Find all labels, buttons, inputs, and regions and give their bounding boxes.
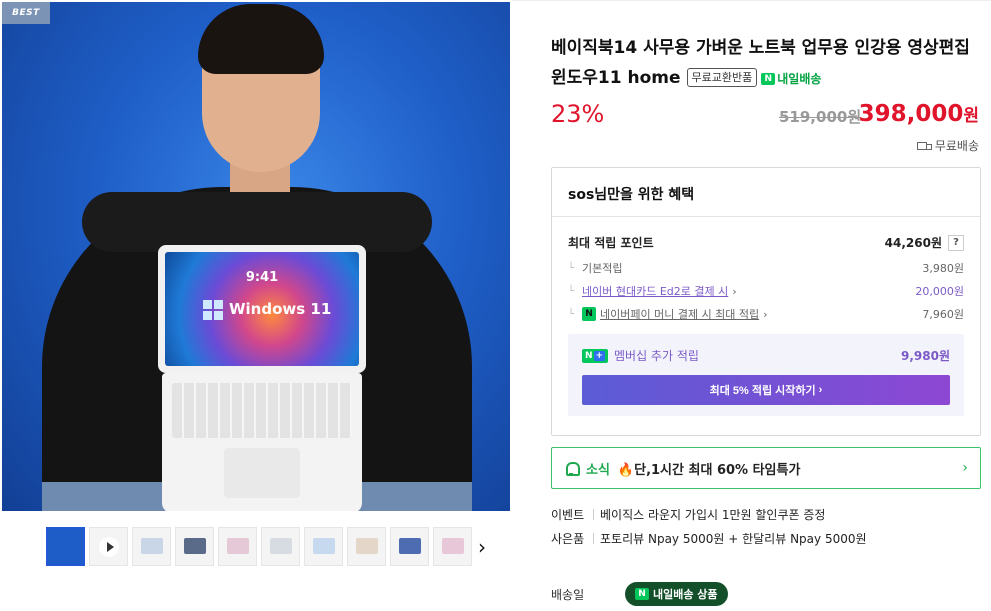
tomorrow-delivery-pill[interactable]: N 내일배송 상품 bbox=[625, 582, 728, 606]
event-key: 이벤트 bbox=[551, 508, 585, 522]
tomorrow-delivery-tag: N 내일배송 bbox=[761, 64, 821, 94]
points-row-value: 3,980원 bbox=[922, 262, 964, 275]
thumbnail-image[interactable] bbox=[433, 527, 472, 566]
truck-icon bbox=[916, 141, 932, 151]
start-membership-button[interactable]: 최대 5% 적립 시작하기 › bbox=[582, 375, 950, 405]
laptop-screen: 9:41 Windows 11 bbox=[158, 245, 366, 373]
thumbnail-strip bbox=[46, 527, 472, 566]
sale-price-unit: 원 bbox=[963, 106, 979, 126]
news-text: 단,1시간 최대 60% 타임특가 bbox=[634, 462, 801, 478]
points-row-basic: └ 기본적립 3,980원 bbox=[568, 260, 964, 276]
points-row-label[interactable]: 네이버페이 머니 결제 시 최대 적립 bbox=[600, 306, 759, 322]
thumbnail-image[interactable] bbox=[261, 527, 300, 566]
points-row-label[interactable]: 네이버 현대카드 Ed2로 결제 시 bbox=[582, 283, 728, 299]
thumbnail-image[interactable] bbox=[175, 527, 214, 566]
thumbnail-image[interactable] bbox=[132, 527, 171, 566]
thumbnail-preview bbox=[313, 538, 335, 554]
naver-n-icon: N bbox=[761, 73, 776, 85]
max-points-row: 최대 적립 포인트 44,260원 ? bbox=[568, 234, 964, 251]
laptop-clock: 9:41 bbox=[245, 270, 279, 285]
laptop-base bbox=[162, 373, 362, 511]
product-title: 베이직북14 사무용 가벼운 노트북 업무용 인강용 영상편집 윈도우11 ho… bbox=[551, 33, 981, 94]
windows-logo-icon bbox=[203, 300, 223, 320]
divider bbox=[593, 509, 594, 520]
chevron-right-icon: › bbox=[818, 384, 823, 396]
max-points-value-wrap: 44,260원 ? bbox=[885, 234, 964, 251]
thumbnail-preview bbox=[141, 538, 163, 554]
points-row-card[interactable]: └ 네이버 현대카드 Ed2로 결제 시 › 20,000원 bbox=[568, 283, 964, 299]
npay-icon: N bbox=[582, 307, 596, 321]
points-row-label: 기본적립 bbox=[582, 262, 623, 275]
delivery-key: 배송일 bbox=[551, 587, 585, 602]
thumbnail-preview bbox=[227, 538, 249, 554]
gift-value: 포토리뷰 Npay 5000원 + 한달리뷰 Npay 5000원 bbox=[600, 532, 867, 546]
naver-plus-icon: N + bbox=[582, 348, 608, 363]
news-banner[interactable]: 소식 🔥단,1시간 최대 60% 타임특가 › bbox=[551, 447, 981, 489]
help-icon[interactable]: ? bbox=[948, 234, 964, 251]
event-row: 이벤트 베이직스 라운지 가입시 1만원 할인쿠폰 증정 bbox=[551, 506, 825, 523]
free-exchange-tag: 무료교환반품 bbox=[686, 68, 758, 87]
thumbnail-image[interactable] bbox=[390, 527, 429, 566]
points-row-value: 7,960원 bbox=[922, 308, 964, 321]
membership-label: 멤버십 추가 적립 bbox=[614, 349, 699, 363]
thumbnail-next-icon[interactable]: › bbox=[472, 535, 492, 559]
event-value: 베이직스 라운지 가입시 1만원 할인쿠폰 증정 bbox=[600, 508, 826, 522]
points-row-npay[interactable]: └ N 네이버페이 머니 결제 시 최대 적립 › 7,960원 bbox=[568, 306, 964, 322]
laptop-keyboard bbox=[172, 383, 352, 438]
person-hair bbox=[198, 4, 324, 74]
best-badge: BEST bbox=[2, 2, 50, 24]
thumbnail-image[interactable] bbox=[218, 527, 257, 566]
person-arms bbox=[82, 192, 432, 252]
max-points-label: 최대 적립 포인트 bbox=[568, 236, 654, 250]
laptop-touchpad bbox=[224, 448, 300, 498]
naver-n-icon: N bbox=[635, 588, 649, 600]
bell-icon bbox=[564, 461, 580, 476]
discount-rate: 23% bbox=[551, 100, 605, 128]
divider bbox=[593, 533, 594, 544]
points-row-value: 20,000원 bbox=[915, 285, 964, 298]
membership-value: 9,980원 bbox=[901, 349, 950, 363]
original-price: 519,000원 bbox=[779, 108, 862, 126]
branch-icon: └ bbox=[568, 285, 575, 297]
delivery-pill-label: 내일배송 상품 bbox=[653, 588, 718, 601]
fire-icon: 🔥 bbox=[617, 462, 635, 478]
branch-icon: └ bbox=[568, 308, 575, 320]
benefit-header: sos님만을 위한 혜택 bbox=[552, 168, 980, 217]
play-icon bbox=[98, 536, 119, 557]
top-divider bbox=[512, 0, 991, 1]
tomorrow-delivery-label: 내일배송 bbox=[777, 72, 822, 86]
gift-row: 사은품 포토리뷰 Npay 5000원 + 한달리뷰 Npay 5000원 bbox=[551, 530, 867, 547]
shipping-info: 무료배송 bbox=[916, 137, 979, 154]
membership-row: N + 멤버십 추가 적립 9,980원 bbox=[582, 347, 950, 364]
start-membership-label: 최대 5% 적립 시작하기 bbox=[709, 385, 816, 397]
main-product-image[interactable]: BEST 9:41 Windows 11 bbox=[2, 2, 510, 511]
thumbnail-video[interactable] bbox=[89, 527, 128, 566]
membership-box: N + 멤버십 추가 적립 9,980원 최대 5% 적립 시작하기 › bbox=[568, 334, 964, 416]
thumbnail-preview bbox=[442, 538, 464, 554]
thumbnail-preview bbox=[270, 538, 292, 554]
branch-icon: └ bbox=[568, 262, 575, 274]
thumbnail-preview bbox=[399, 538, 421, 554]
news-label: 소식 bbox=[586, 462, 610, 478]
windows-wordmark: Windows 11 bbox=[229, 300, 332, 318]
thumbnail-preview bbox=[356, 538, 378, 554]
chevron-right-icon: › bbox=[732, 284, 737, 298]
sale-price-value: 398,000 bbox=[858, 101, 964, 127]
delivery-date-row: 배송일 N 내일배송 상품 bbox=[551, 582, 728, 606]
shipping-label: 무료배송 bbox=[934, 139, 979, 153]
laptop-display: 9:41 Windows 11 bbox=[165, 252, 359, 366]
gift-key: 사은품 bbox=[551, 532, 585, 546]
chevron-right-icon: › bbox=[763, 307, 768, 321]
thumbnail-image[interactable] bbox=[347, 527, 386, 566]
benefit-box: sos님만을 위한 혜택 최대 적립 포인트 44,260원 ? └ 기본적립 3… bbox=[551, 167, 981, 436]
thumbnail-preview bbox=[184, 538, 206, 554]
thumbnail-image[interactable] bbox=[46, 527, 85, 566]
max-points-value: 44,260원 bbox=[884, 236, 942, 250]
thumbnail-image[interactable] bbox=[304, 527, 343, 566]
sale-price: 398,000원 bbox=[859, 101, 979, 127]
product-gallery: BEST 9:41 Windows 11 › bbox=[0, 0, 512, 611]
chevron-right-icon: › bbox=[962, 460, 968, 476]
